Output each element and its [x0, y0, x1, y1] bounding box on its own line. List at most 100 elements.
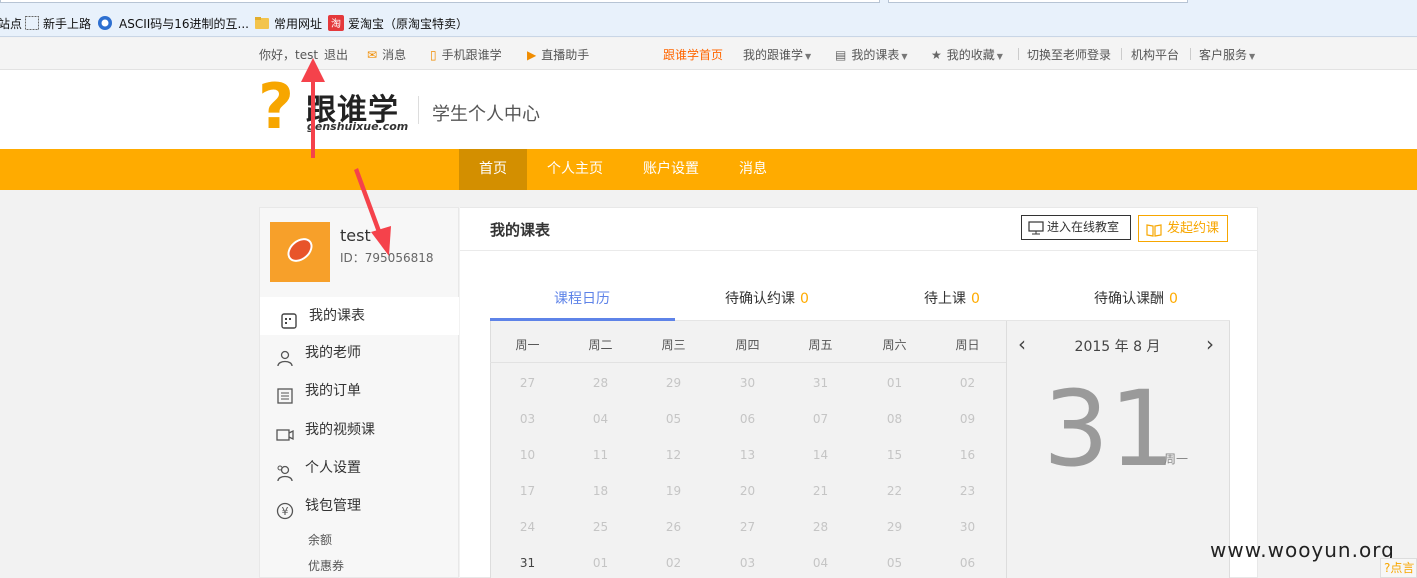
- calendar-day[interactable]: 03: [491, 412, 564, 426]
- calendar-day[interactable]: 29: [858, 520, 931, 534]
- org-platform-link[interactable]: 机构平台: [1131, 47, 1179, 63]
- calendar-day[interactable]: 31: [784, 376, 857, 390]
- calendar-day[interactable]: 27: [711, 520, 784, 534]
- schedule-icon: [280, 307, 298, 329]
- my-gsx-dropdown[interactable]: 我的跟谁学 ▼: [743, 47, 811, 63]
- calendar-day[interactable]: 23: [931, 484, 1004, 498]
- calendar-day[interactable]: 07: [784, 412, 857, 426]
- calendar-day[interactable]: 30: [711, 376, 784, 390]
- mobile-app-link[interactable]: ▯ 手机跟谁学: [430, 47, 502, 63]
- calendar-day[interactable]: 28: [564, 376, 637, 390]
- weekday-label: 周一: [515, 338, 540, 352]
- logo-mark[interactable]: ?: [258, 76, 294, 138]
- live-assistant-link[interactable]: ▶ 直播助手: [527, 47, 589, 63]
- my-favorites-dropdown[interactable]: ★ 我的收藏 ▼: [931, 47, 1003, 63]
- calendar-day[interactable]: 03: [711, 556, 784, 570]
- browser-globe-icon: [97, 15, 113, 31]
- prev-month-button[interactable]: ‹: [1018, 332, 1026, 356]
- nav-divider: [1121, 48, 1122, 60]
- calendar-day[interactable]: 01: [858, 376, 931, 390]
- play-icon: ▶: [527, 48, 537, 62]
- upcoming-count: 0: [971, 291, 980, 307]
- calendar-day[interactable]: 11: [564, 448, 637, 462]
- calendar-day[interactable]: 18: [564, 484, 637, 498]
- calendar-day[interactable]: 02: [637, 556, 710, 570]
- sidebar-item-teachers[interactable]: 我的老师: [260, 334, 459, 372]
- calendar-day[interactable]: 08: [858, 412, 931, 426]
- wallet-coupon-link[interactable]: 优惠券: [308, 557, 344, 574]
- logout-link[interactable]: 退出: [324, 47, 348, 63]
- messages-link[interactable]: ✉ 消息: [367, 47, 406, 63]
- calendar-day[interactable]: 06: [931, 556, 1004, 570]
- monitor-icon: [1028, 220, 1044, 243]
- bookmark-newbie[interactable]: 新手上路: [43, 14, 91, 34]
- nav-account-tab[interactable]: 账户设置: [629, 149, 713, 190]
- calendar-day[interactable]: 17: [491, 484, 564, 498]
- calendar-day[interactable]: 02: [931, 376, 1004, 390]
- tab-course-calendar[interactable]: 课程日历: [554, 288, 610, 308]
- logo-domain: genshuixue.com: [307, 120, 409, 133]
- header-divider: [418, 96, 419, 124]
- bookmark-sites[interactable]: 站点: [0, 14, 22, 34]
- nav-divider: [1190, 48, 1191, 60]
- calendar-day[interactable]: 05: [637, 412, 710, 426]
- calendar-day[interactable]: 19: [637, 484, 710, 498]
- calendar-day[interactable]: 09: [931, 412, 1004, 426]
- calendar-day[interactable]: 28: [784, 520, 857, 534]
- avatar[interactable]: [270, 222, 330, 282]
- sidebar-item-schedule[interactable]: 我的课表: [260, 297, 459, 335]
- calendar-day[interactable]: 06: [711, 412, 784, 426]
- sidebar-item-orders[interactable]: 我的订单: [260, 372, 459, 410]
- sidebar-item-settings[interactable]: 个人设置: [260, 449, 459, 487]
- nav-messages-tab[interactable]: 消息: [725, 149, 781, 190]
- pending-booking-count: 0: [800, 291, 809, 307]
- enter-classroom-button[interactable]: 进入在线教室: [1021, 215, 1131, 240]
- tab-upcoming-class[interactable]: 待上课 0: [924, 288, 980, 308]
- start-booking-button[interactable]: 发起约课: [1138, 215, 1228, 242]
- calendar-day[interactable]: 20: [711, 484, 784, 498]
- sidebar-item-wallet[interactable]: ¥ 钱包管理: [260, 487, 459, 525]
- calendar-day[interactable]: 04: [564, 412, 637, 426]
- settings-icon: [276, 459, 294, 482]
- bookmark-common-sites[interactable]: 常用网址: [274, 14, 322, 34]
- calendar-day[interactable]: 15: [858, 448, 931, 462]
- page-icon: [24, 15, 40, 31]
- calendar-day[interactable]: 30: [931, 520, 1004, 534]
- calendar-day[interactable]: 26: [637, 520, 710, 534]
- calendar-day[interactable]: 25: [564, 520, 637, 534]
- calendar-day[interactable]: 16: [931, 448, 1004, 462]
- calendar-day[interactable]: 14: [784, 448, 857, 462]
- page-title: 学生个人中心: [432, 104, 540, 125]
- feedback-corner[interactable]: ?点言: [1380, 558, 1417, 578]
- home-link[interactable]: 跟谁学首页: [663, 47, 723, 63]
- calendar-day[interactable]: 12: [637, 448, 710, 462]
- greeting: 你好，: [259, 48, 296, 62]
- nav-profile-tab[interactable]: 个人主页: [533, 149, 617, 190]
- user-id: ID：795056818: [340, 251, 434, 265]
- calendar-day[interactable]: 13: [711, 448, 784, 462]
- wallet-balance-link[interactable]: 余额: [308, 531, 332, 548]
- next-month-button[interactable]: ›: [1206, 332, 1214, 356]
- calendar-day[interactable]: 05: [858, 556, 931, 570]
- switch-teacher-link[interactable]: 切换至老师登录: [1027, 47, 1111, 63]
- bookmark-ascii[interactable]: ASCII码与16进制的互...: [119, 14, 249, 34]
- calendar-day[interactable]: 21: [784, 484, 857, 498]
- calendar-day[interactable]: 04: [784, 556, 857, 570]
- star-icon: ★: [931, 48, 942, 62]
- tab-pending-booking[interactable]: 待确认约课 0: [725, 288, 809, 308]
- calendar-day[interactable]: 27: [491, 376, 564, 390]
- username-link[interactable]: test: [295, 47, 318, 63]
- customer-service-dropdown[interactable]: 客户服务 ▼: [1199, 47, 1255, 63]
- calendar-day[interactable]: 22: [858, 484, 931, 498]
- user-name: test: [340, 226, 371, 245]
- bookmark-aitaobao[interactable]: 爱淘宝（原淘宝特卖）: [348, 14, 468, 34]
- nav-home-tab[interactable]: 首页: [459, 149, 527, 190]
- calendar-day[interactable]: 31: [491, 556, 564, 570]
- calendar-day[interactable]: 24: [491, 520, 564, 534]
- calendar-day[interactable]: 29: [637, 376, 710, 390]
- calendar-day[interactable]: 01: [564, 556, 637, 570]
- calendar-day[interactable]: 10: [491, 448, 564, 462]
- tab-pending-payment[interactable]: 待确认课酬 0: [1094, 288, 1178, 308]
- sidebar-item-videos[interactable]: 我的视频课: [260, 411, 459, 449]
- my-schedule-dropdown[interactable]: ▤ 我的课表 ▼: [835, 47, 908, 63]
